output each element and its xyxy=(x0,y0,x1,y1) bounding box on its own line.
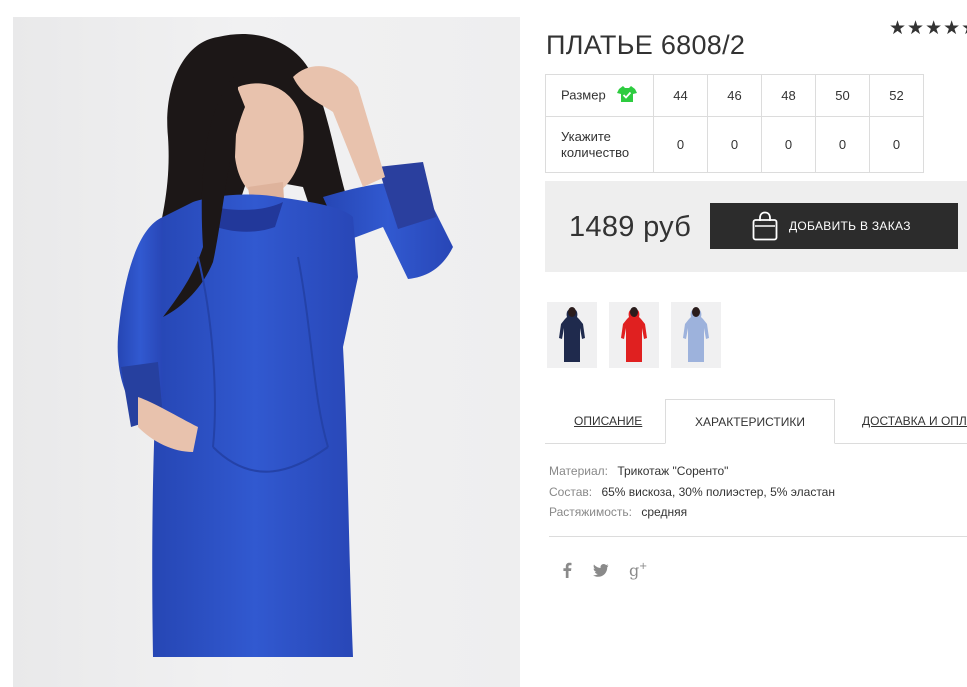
thumbnail-light-blue-dress[interactable] xyxy=(671,302,721,368)
spec-label: Растяжимость: xyxy=(549,505,633,519)
quantity-input[interactable]: 0 xyxy=(815,116,870,173)
size-header-cell: Размер xyxy=(545,74,654,117)
product-info-tabs: ОПИСАНИЕ ХАРАКТЕРИСТИКИ ДОСТАВКА И ОПЛАТ… xyxy=(545,399,967,444)
shopping-bag-icon xyxy=(752,211,778,241)
spec-label: Материал: xyxy=(549,464,608,478)
spec-row: Состав: 65% вискоза, 30% полиэстер, 5% э… xyxy=(549,482,835,503)
size-cell: 52 xyxy=(869,74,924,117)
quantity-input[interactable]: 0 xyxy=(653,116,708,173)
spec-value: Трикотаж "Соренто" xyxy=(617,464,729,478)
spec-row: Материал: Трикотаж "Соренто" xyxy=(549,461,835,482)
product-title: ПЛАТЬЕ 6808/2 xyxy=(546,30,746,61)
quantity-label: Укажите количество xyxy=(545,116,654,173)
tab-characteristics[interactable]: ХАРАКТЕРИСТИКИ xyxy=(665,399,835,444)
facebook-icon[interactable] xyxy=(561,562,573,582)
svg-text:g: g xyxy=(629,561,639,580)
price-panel: 1489 руб ДОБАВИТЬ В ЗАКАЗ xyxy=(545,181,967,272)
google-plus-icon[interactable]: g + xyxy=(629,560,649,584)
divider xyxy=(549,536,967,537)
spec-value: 65% вискоза, 30% полиэстер, 5% эластан xyxy=(601,484,835,499)
tab-description[interactable]: ОПИСАНИЕ xyxy=(574,399,642,443)
price: 1489 руб xyxy=(569,211,692,243)
quantity-input[interactable]: 0 xyxy=(707,116,762,173)
size-row: Размер 44 46 48 50 52 xyxy=(545,74,924,117)
size-cell: 44 xyxy=(653,74,708,117)
svg-text:+: + xyxy=(639,561,647,572)
add-to-order-button[interactable]: ДОБАВИТЬ В ЗАКАЗ xyxy=(710,203,958,249)
size-cell: 50 xyxy=(815,74,870,117)
specs-list: Материал: Трикотаж "Соренто" Состав: 65%… xyxy=(549,461,835,523)
spec-label: Состав: xyxy=(549,484,593,499)
add-to-order-label: ДОБАВИТЬ В ЗАКАЗ xyxy=(789,219,911,233)
dress-model-illustration xyxy=(117,33,453,657)
size-cell: 46 xyxy=(707,74,762,117)
variant-thumbnails xyxy=(547,302,733,368)
size-label: Размер xyxy=(561,86,606,102)
quantity-row: Укажите количество 0 0 0 0 0 xyxy=(545,116,924,173)
twitter-icon[interactable] xyxy=(593,563,609,582)
rating-stars[interactable]: ★★★★★ xyxy=(889,17,967,40)
size-cell: 48 xyxy=(761,74,816,117)
tab-delivery[interactable]: ДОСТАВКА И ОПЛАТА xyxy=(862,399,967,443)
shirt-size-icon[interactable] xyxy=(617,85,638,107)
social-share: g + xyxy=(561,560,669,584)
thumbnail-red-dress[interactable] xyxy=(609,302,659,368)
quantity-input[interactable]: 0 xyxy=(869,116,924,173)
thumbnail-navy-dress[interactable] xyxy=(547,302,597,368)
spec-value: средняя xyxy=(641,505,688,519)
product-main-photo[interactable] xyxy=(13,17,520,687)
quantity-input[interactable]: 0 xyxy=(761,116,816,173)
spec-row: Растяжимость: средняя xyxy=(549,502,835,523)
size-quantity-table: Размер 44 46 48 50 52 Укажите количество… xyxy=(545,74,924,173)
